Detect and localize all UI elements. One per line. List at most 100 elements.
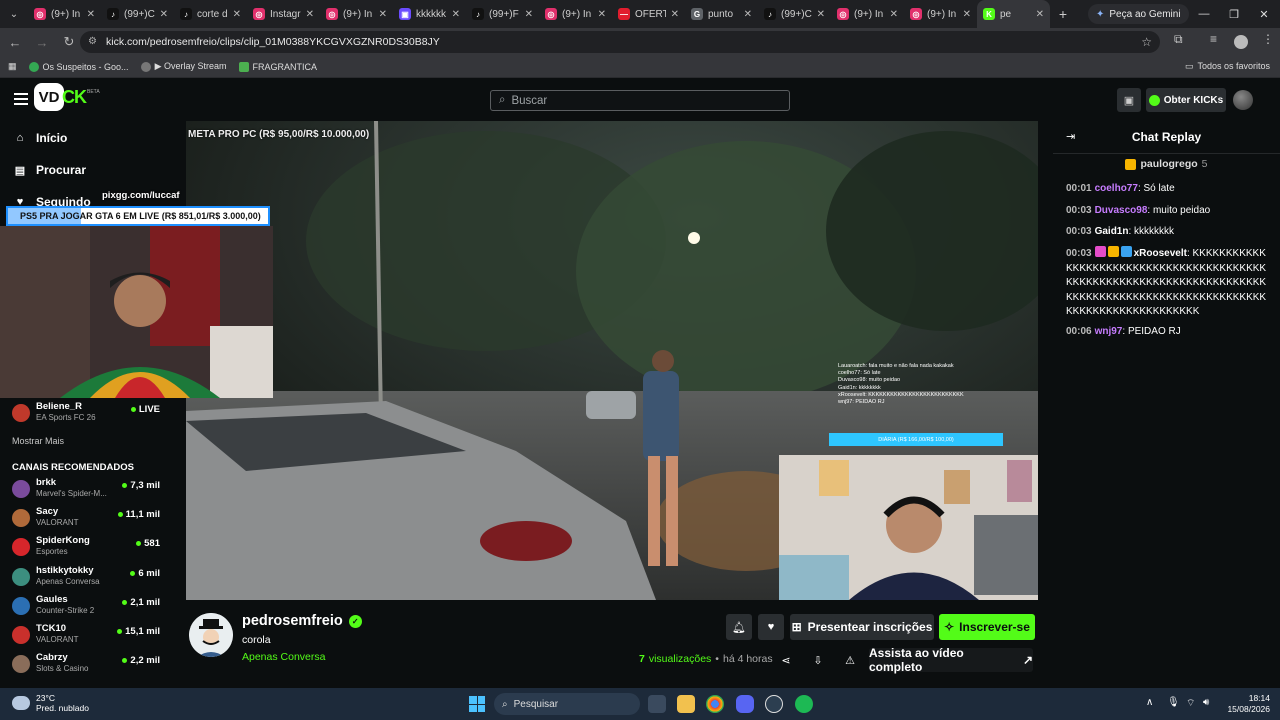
share-icon[interactable]: ⋖ [775,650,797,670]
bookmark-1[interactable]: Os Suspeitos - Goo... [28,61,129,72]
network-icon[interactable]: ⌔ [1186,697,1195,710]
bookmark-star-icon[interactable]: ☆ [1141,35,1152,49]
recommended-channel[interactable]: Gaules Counter-Strike 2 2,1 mil [12,593,160,619]
chat-username[interactable]: Gaid1n [1095,226,1129,237]
browser-tab[interactable]: ♪ (99+)C ✕ [101,0,174,28]
clip-category-link[interactable]: Apenas Conversa [242,651,325,663]
minimize-button[interactable]: — [1188,0,1220,28]
logo-badge: VD [34,83,64,111]
tab-close-icon[interactable]: ✕ [452,9,460,20]
tab-close-icon[interactable]: ✕ [890,9,898,20]
close-window-button[interactable]: ✕ [1248,0,1280,28]
kick-logo[interactable]: VD CK BETA [34,83,100,111]
all-bookmarks[interactable]: ▭ Todos os favoritos [1185,61,1270,72]
chat-message: 00:03 xRoosevelt: KKKKKKKKKKKKKKKKKKKKKKK… [1066,246,1271,320]
library-icon[interactable]: ▣ [1117,88,1141,112]
video-player[interactable]: META PRO PC (R$ 95,00/R$ 10.000,00) Laua… [186,121,1038,600]
chat-username[interactable]: wnj97 [1095,326,1123,337]
reload-icon[interactable]: ↻ [57,30,81,54]
extensions-icon[interactable]: ⧉ [1174,32,1183,47]
microphone-icon[interactable]: 🎙︎ [1167,697,1180,708]
tab-close-icon[interactable]: ✕ [598,9,606,20]
gemini-button[interactable]: ✦ Peça ao Gemini [1088,4,1189,24]
tab-close-icon[interactable]: ✕ [87,9,95,20]
system-clock[interactable]: 18:14 15/08/2026 [1220,693,1270,715]
browser-tab[interactable]: ♪ (99+)C ✕ [758,0,831,28]
apps-icon[interactable]: ▦ [8,61,17,72]
browser-tab[interactable]: ♪ (99+)F ✕ [466,0,539,28]
file-explorer-icon[interactable] [677,695,695,713]
browser-tab[interactable]: ◎ (9+) In ✕ [28,0,101,28]
browser-tab[interactable]: Kpe ✕ [977,0,1050,28]
report-icon[interactable]: ⚠ [839,650,861,670]
sidebar-icon[interactable]: ≡ [1210,32,1217,46]
tab-close-icon[interactable]: ✕ [160,9,168,20]
profile-avatar[interactable] [1234,35,1248,49]
subscribe-button[interactable]: ✧ Inscrever-se [939,614,1035,640]
chat-username[interactable]: Duvasco98 [1095,205,1148,216]
recommended-channel[interactable]: Sacy VALORANT 11,1 mil [12,505,160,531]
channel-name[interactable]: pedrosemfreio ✓ [242,613,362,629]
notification-bell-icon[interactable]: 🔔︎ [726,614,752,640]
recommended-channel[interactable]: brkk Marvel's Spider-M... 7,3 mil [12,476,160,502]
pinned-gifter[interactable]: paulogrego 5 [1053,158,1280,170]
show-more-link[interactable]: Mostrar Mais [12,436,64,446]
site-info-icon[interactable]: ⚙ [88,36,97,47]
channel-avatar[interactable] [189,613,233,657]
tab-close-icon[interactable]: ✕ [817,9,825,20]
volume-icon[interactable]: 🔊︎ [1203,697,1209,708]
browser-tab[interactable]: ◎ (9+) In ✕ [904,0,977,28]
taskbar-search[interactable]: ⌕ Pesquisar [494,693,640,715]
new-tab-button[interactable]: + [1050,6,1076,22]
get-kicks-button[interactable]: Obter KICKs [1146,88,1226,112]
tab-close-icon[interactable]: ✕ [306,9,314,20]
browser-tab[interactable]: ◎ (9+) In ✕ [320,0,393,28]
browser-tab[interactable]: Gpunto ✕ [685,0,758,28]
tab-close-icon[interactable]: ✕ [671,9,679,20]
browser-tab[interactable]: ◎ (9+) In ✕ [831,0,904,28]
task-view-icon[interactable] [648,695,666,713]
bookmark-2[interactable]: ▶ Overlay Stream [140,61,227,72]
tab-close-icon[interactable]: ✕ [379,9,387,20]
discord-icon[interactable] [736,695,754,713]
chrome-icon[interactable] [706,695,724,713]
recommended-channel[interactable]: SpiderKong Esportes 581 [12,534,160,560]
sidebar-nav-item[interactable]: ▤ Procurar [14,160,86,180]
gift-subs-button[interactable]: ⊞ Presentear inscrições [790,614,934,640]
maximize-button[interactable]: ❐ [1218,0,1250,28]
follow-heart-icon[interactable]: ♥ [758,614,784,640]
forward-icon[interactable]: → [30,30,54,54]
browser-tab[interactable]: ◎ (9+) In ✕ [539,0,612,28]
download-icon[interactable]: ⇩ [807,650,829,670]
tab-close-icon[interactable]: ✕ [1036,9,1044,20]
sidebar-nav-item[interactable]: ⌂ Início [14,128,68,148]
tab-close-icon[interactable]: ✕ [744,9,752,20]
hamburger-menu-icon[interactable] [14,93,28,105]
recommended-channel[interactable]: TCK10 VALORANT 15,1 mil [12,622,160,648]
tab-close-icon[interactable]: ✕ [233,9,241,20]
tab-close-icon[interactable]: ✕ [525,9,533,20]
tab-close-icon[interactable]: ✕ [963,9,971,20]
search-input[interactable]: ⌕ Buscar [490,90,790,111]
back-icon[interactable]: ← [3,30,27,54]
recommended-channel[interactable]: Cabrzy Slots & Casino 2,2 mil [12,651,160,677]
weather-widget[interactable]: 23°C Pred. nublado [12,693,89,713]
windows-start-icon[interactable] [469,696,485,712]
menu-icon[interactable]: ⋮ [1262,32,1274,46]
user-avatar[interactable] [1233,90,1253,110]
tray-chevron-icon[interactable]: ∧ [1146,697,1153,708]
browser-tab[interactable]: — OFERT ✕ [612,0,685,28]
recommended-channel[interactable]: hstikkytokky Apenas Conversa 6 mil [12,564,160,590]
steam-icon[interactable] [765,695,783,713]
bookmark-3[interactable]: FRAGRANTICA [238,61,317,72]
following-channel[interactable]: Beliene_R EA Sports FC 26 LIVE [12,400,160,426]
watch-full-video-button[interactable]: Assista ao vídeo completo ↗ [869,646,1033,674]
chat-username[interactable]: xRoosevelt [1134,248,1187,259]
chat-username[interactable]: coelho77 [1095,183,1138,194]
browser-tab[interactable]: ▣ kkkkkk ✕ [393,0,466,28]
browser-tab[interactable]: ◎ Instagr ✕ [247,0,320,28]
spotify-icon[interactable] [795,695,813,713]
url-field[interactable]: ⚙ kick.com/pedrosemfreio/clips/clip_01M0… [80,31,1160,53]
tab-search-icon[interactable]: ⌄ [0,0,28,28]
browser-tab[interactable]: ♪ corte d ✕ [174,0,247,28]
